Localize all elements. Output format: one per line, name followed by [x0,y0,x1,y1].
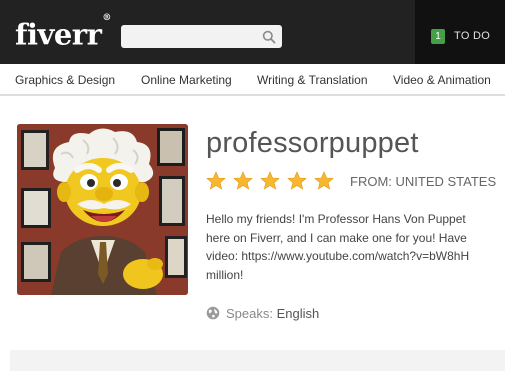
fiverr-logo[interactable]: fiverr® [15,13,111,52]
speaks-label: Speaks: [226,306,273,321]
todo-count-badge[interactable]: 1 [431,29,445,44]
nav-item-video-animation[interactable]: Video & Animation [393,73,491,87]
speaks-languages: Speaks: English [206,306,319,322]
logo-registered-mark: ® [102,13,111,23]
avatar-image [17,124,188,295]
category-nav: Graphics & Design Online Marketing Writi… [0,64,505,96]
star-icon [314,171,334,190]
seller-country: FROM: UNITED STATES [350,174,497,189]
bio-line: here on Fiverr, and I can make one for y… [206,230,467,245]
search-input[interactable] [127,26,261,49]
logo-text: fiverr [15,17,102,52]
profile-description: Hello my friends! I'm Professor Hans Von… [206,210,505,284]
content-panel [10,350,505,371]
star-icon [260,171,280,190]
bio-line: million! [206,267,244,282]
search-icon[interactable] [262,30,276,44]
profile-avatar[interactable] [17,124,188,295]
star-icon [206,171,226,190]
profile-username: professorpuppet [206,127,419,159]
nav-item-writing-translation[interactable]: Writing & Translation [257,73,368,87]
bio-line: Hello my friends! I'm Professor Hans Von… [206,212,466,226]
nav-item-graphics-design[interactable]: Graphics & Design [15,73,115,87]
globe-icon [206,306,220,320]
top-header: fiverr® 1 TO DO [0,0,505,64]
bio-link-line[interactable]: video: https://www.youtube.com/watch?v=b… [206,247,505,266]
todo-label[interactable]: TO DO [454,29,490,44]
star-icon [287,171,307,190]
speaks-value: English [276,306,320,321]
search-box[interactable] [121,25,282,49]
star-icon [233,171,253,190]
nav-item-online-marketing[interactable]: Online Marketing [141,73,232,87]
